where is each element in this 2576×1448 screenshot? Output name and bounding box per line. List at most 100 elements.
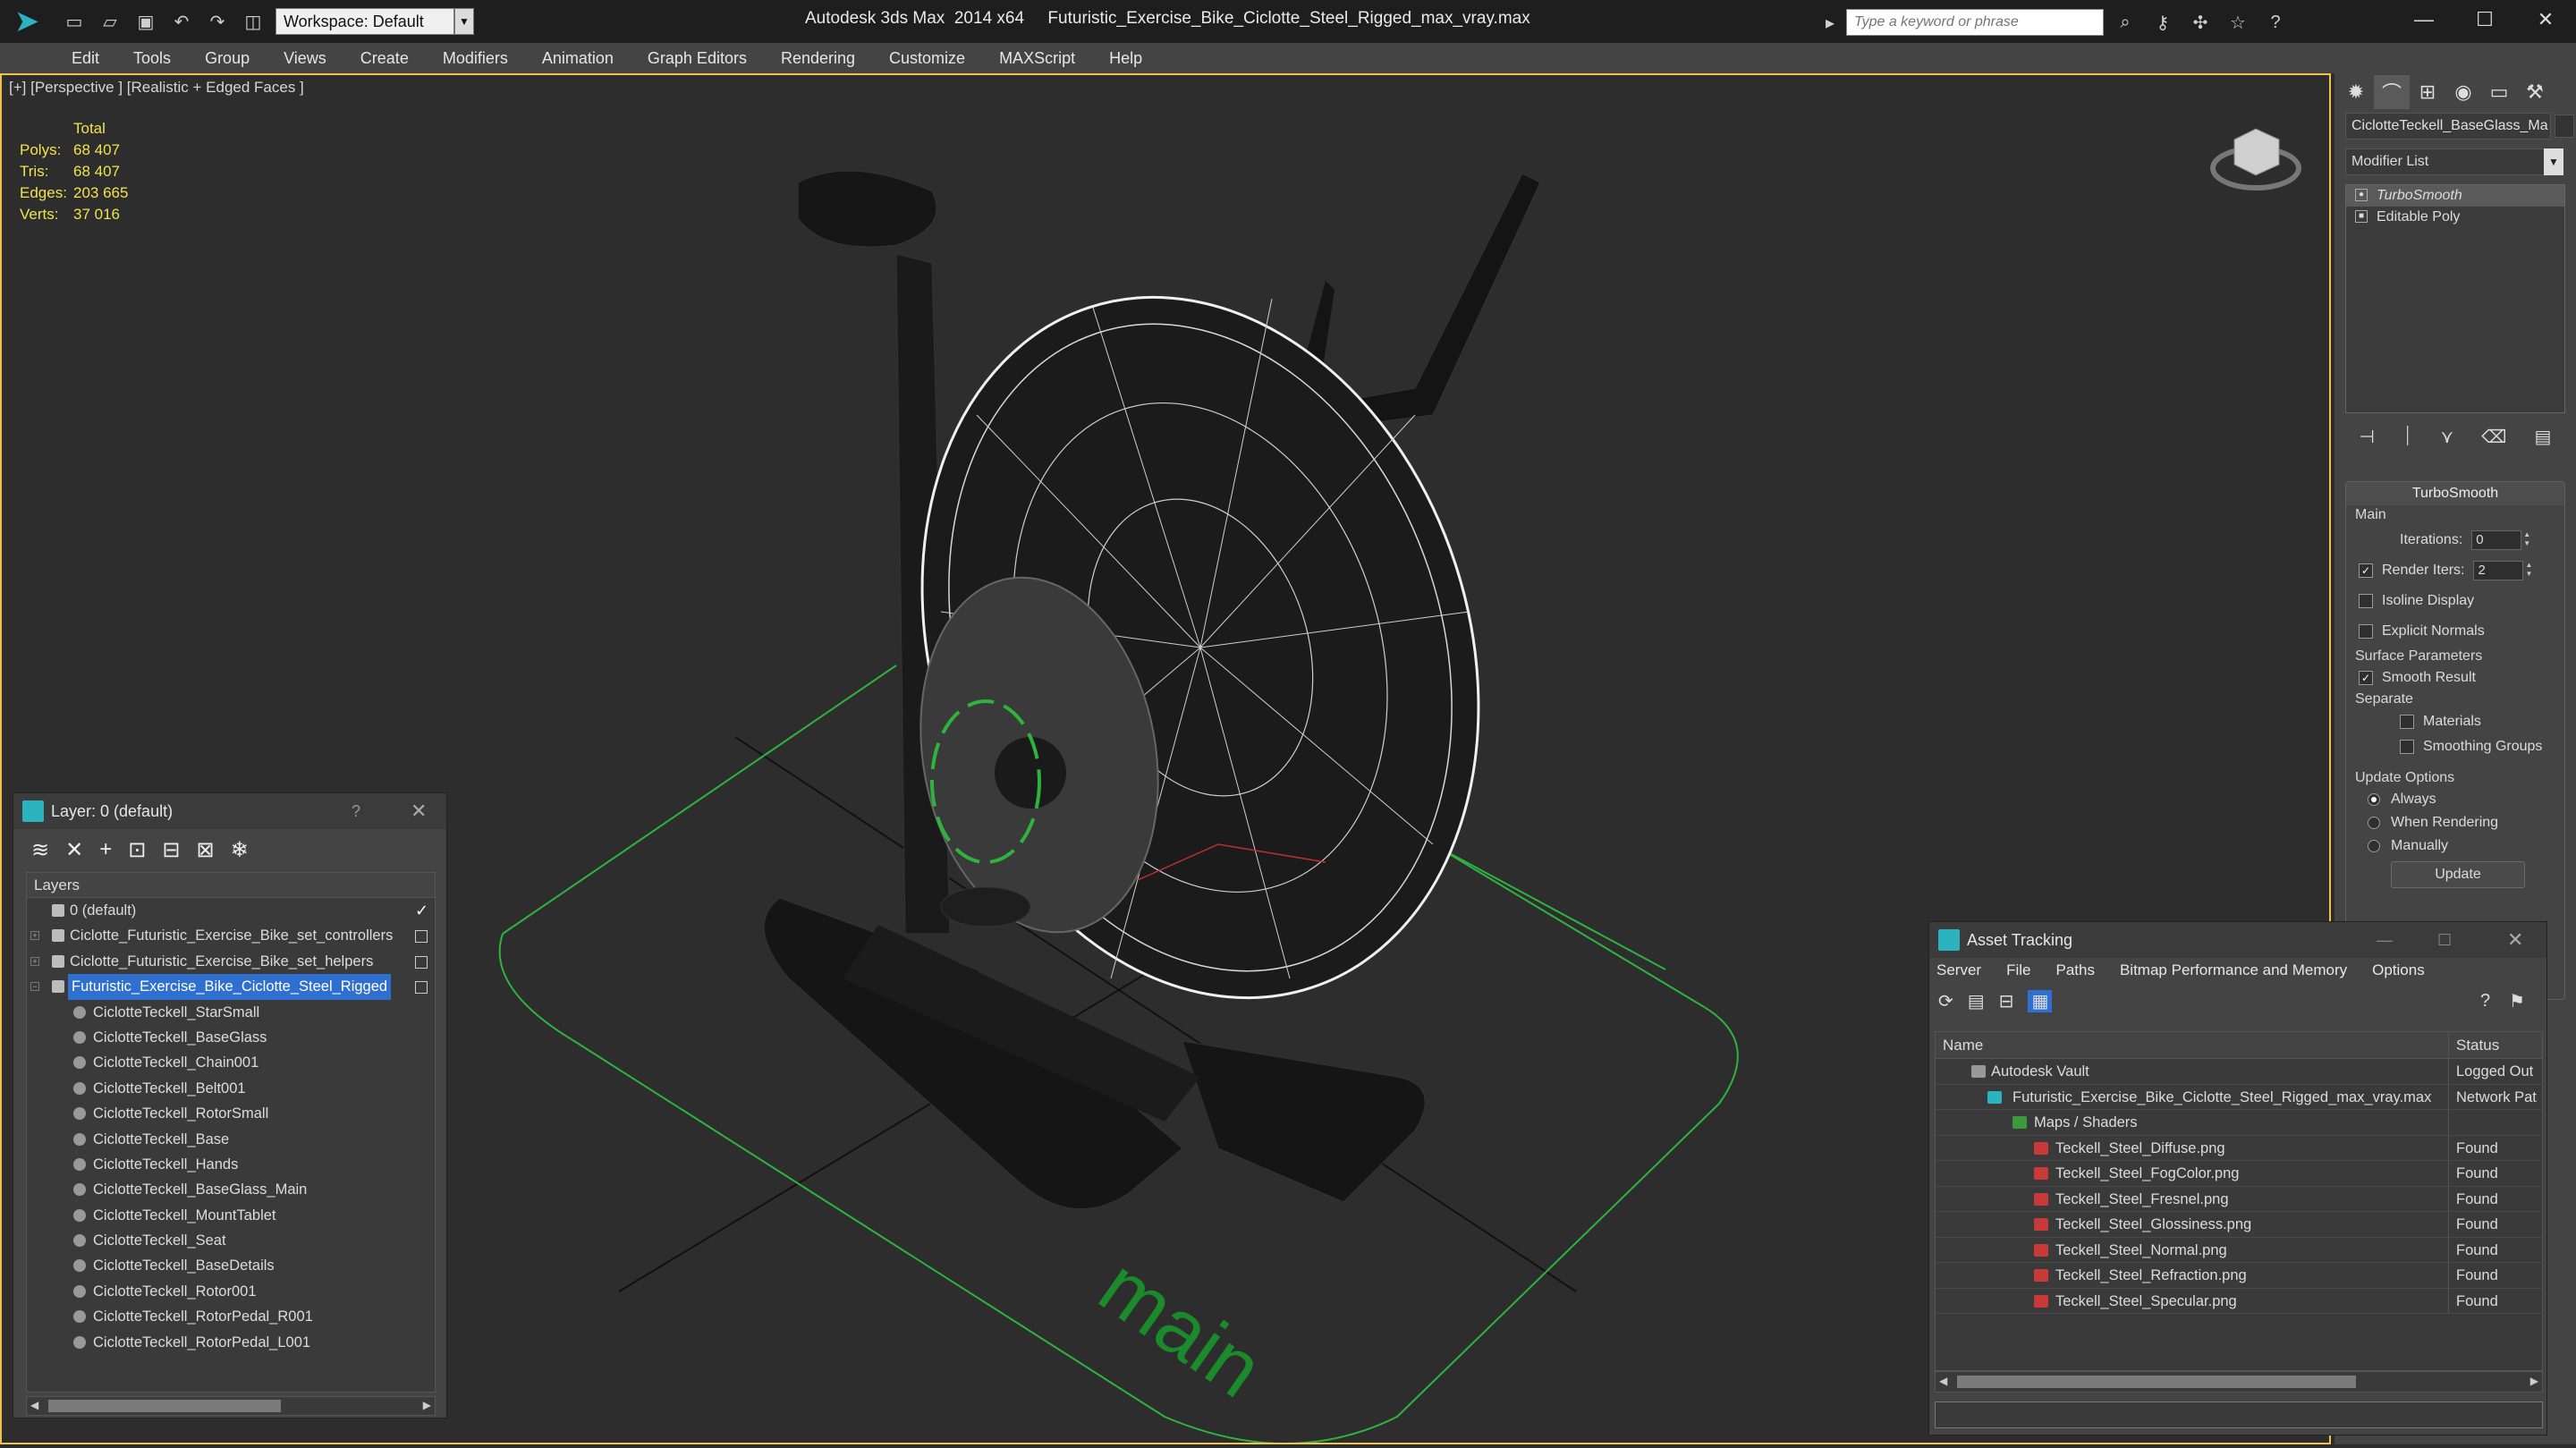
configure-sets-icon[interactable]: ▤ (2535, 426, 2552, 448)
render-iters-checkbox[interactable]: ✓ (2359, 563, 2373, 578)
scrollbar-thumb[interactable] (1957, 1376, 2356, 1388)
open-file-icon[interactable]: ▱ (95, 6, 125, 37)
layer-row-selected[interactable]: − Futuristic_Exercise_Bike_Ciclotte_Stee… (27, 974, 435, 1000)
layer-row[interactable]: + Ciclotte_Futuristic_Exercise_Bike_set_… (27, 923, 435, 948)
menu-group[interactable]: Group (205, 49, 250, 68)
menu-edit[interactable]: Edit (72, 49, 99, 68)
remove-modifier-icon[interactable]: ⌫ (2481, 426, 2506, 448)
scroll-right-icon[interactable]: ▶ (423, 1399, 431, 1411)
asset-menu-file[interactable]: File (2006, 961, 2030, 979)
show-end-result-icon[interactable]: ⏐ (2402, 427, 2412, 447)
workspace-chevron-icon[interactable]: ▼ (454, 8, 474, 35)
rollout-title[interactable]: TurboSmooth (2346, 482, 2564, 505)
redo-icon[interactable]: ↷ (202, 6, 233, 37)
update-button[interactable]: Update (2391, 861, 2525, 888)
asset-path-field[interactable] (1935, 1401, 2543, 1428)
delete-layer-icon[interactable]: ✕ (65, 837, 83, 863)
stack-item-editable-poly[interactable]: ■ Editable Poly (2346, 207, 2564, 228)
layers-column-header[interactable]: Layers (27, 873, 435, 898)
object-row[interactable]: CiclotteTeckell_Rotor001 (27, 1279, 435, 1304)
horizontal-scrollbar[interactable]: ◀ ▶ (1935, 1371, 2543, 1393)
update-rendering-radio[interactable] (2368, 817, 2380, 829)
expand-icon[interactable]: ■ (2355, 210, 2368, 223)
context-help-icon[interactable]: ⚑ (2509, 990, 2525, 1012)
minimize-icon[interactable]: — (2377, 931, 2393, 950)
layer-row[interactable]: + Ciclotte_Futuristic_Exercise_Bike_set_… (27, 949, 435, 974)
object-name-field[interactable]: CiclotteTeckell_BaseGlass_Ma (2345, 113, 2551, 140)
asset-menu-paths[interactable]: Paths (2055, 961, 2094, 979)
asset-row[interactable]: Teckell_Steel_Specular.png Found (1936, 1288, 2542, 1314)
hierarchy-tab-icon[interactable]: ⊞ (2410, 75, 2445, 109)
expand-icon[interactable]: + (30, 956, 39, 966)
create-tab-icon[interactable]: ✹ (2338, 75, 2374, 109)
scrollbar-thumb[interactable] (48, 1400, 281, 1412)
asset-row[interactable]: Teckell_Steel_Glossiness.png Found (1936, 1212, 2542, 1238)
close-icon[interactable]: ✕ (2507, 928, 2523, 952)
new-file-icon[interactable]: ▭ (59, 6, 89, 37)
display-tab-icon[interactable]: ▭ (2481, 75, 2517, 109)
make-unique-icon[interactable]: ⋎ (2440, 426, 2453, 448)
menu-maxscript[interactable]: MAXScript (999, 49, 1075, 68)
key-icon[interactable]: ⚷ (2147, 9, 2179, 36)
modifier-list-chevron-icon[interactable]: ▼ (2544, 148, 2563, 175)
iterations-spinner[interactable]: 0 (2471, 530, 2522, 550)
undo-icon[interactable]: ↶ (166, 6, 197, 37)
name-column-header[interactable]: Name (1936, 1032, 2449, 1058)
close-icon[interactable]: ✕ (2515, 0, 2576, 39)
update-always-radio[interactable] (2368, 793, 2380, 806)
explicit-normals-checkbox[interactable] (2359, 624, 2373, 639)
search-expand-icon[interactable]: ▸ (1814, 9, 1846, 36)
menu-views[interactable]: Views (284, 49, 326, 68)
asset-row[interactable]: Futuristic_Exercise_Bike_Ciclotte_Steel_… (1936, 1084, 2542, 1110)
freeze-all-icon[interactable]: ❄ (231, 837, 249, 863)
scroll-left-icon[interactable]: ◀ (30, 1399, 38, 1411)
pin-stack-icon[interactable]: ⊣ (2360, 426, 2375, 448)
app-logo-icon[interactable]: ➤ (0, 0, 54, 43)
status-column-header[interactable]: Status (2449, 1032, 2499, 1058)
viewcube-icon[interactable] (2233, 128, 2280, 176)
expand-icon[interactable]: + (30, 931, 39, 941)
update-manually-radio[interactable] (2368, 840, 2380, 852)
modify-tab-icon[interactable]: ⌒ (2374, 75, 2410, 109)
menu-help[interactable]: Help (1109, 49, 1142, 68)
menu-customize[interactable]: Customize (889, 49, 965, 68)
utilities-tab-icon[interactable]: ⚒ (2517, 75, 2553, 109)
create-layer-icon[interactable]: ≋ (31, 837, 49, 863)
asset-row[interactable]: Teckell_Steel_Diffuse.png Found (1936, 1135, 2542, 1161)
menu-animation[interactable]: Animation (542, 49, 614, 68)
highlight-layer-icon[interactable]: ⊟ (162, 837, 180, 863)
spinner-arrows-icon[interactable]: ▲ ▼ (2523, 530, 2534, 550)
select-in-layer-icon[interactable]: ⊡ (128, 837, 146, 863)
asset-menu-bitmap[interactable]: Bitmap Performance and Memory (2120, 961, 2347, 979)
maximize-icon[interactable]: ☐ (2437, 931, 2452, 950)
object-row[interactable]: CiclotteTeckell_BaseDetails (27, 1253, 435, 1278)
minimize-icon[interactable]: — (2394, 0, 2454, 39)
object-row[interactable]: CiclotteTeckell_Belt001 (27, 1076, 435, 1101)
object-row[interactable]: CiclotteTeckell_Base (27, 1127, 435, 1152)
modifier-list-dropdown[interactable]: Modifier List (2345, 148, 2563, 175)
layer-row[interactable]: 0 (default) ✓ (27, 898, 435, 923)
tree-view-icon[interactable]: ⊟ (1999, 990, 2014, 1012)
asset-row[interactable]: Teckell_Steel_Normal.png Found (1936, 1237, 2542, 1263)
help-icon[interactable]: ? (2259, 9, 2292, 36)
horizontal-scrollbar[interactable]: ◀ ▶ (26, 1396, 436, 1416)
maximize-icon[interactable]: ☐ (2454, 0, 2515, 39)
asset-menu-server[interactable]: Server (1936, 961, 1981, 979)
table-view-icon[interactable]: ▦ (2028, 989, 2053, 1012)
close-icon[interactable]: ✕ (411, 800, 427, 823)
isoline-checkbox[interactable] (2359, 594, 2373, 608)
object-row[interactable]: CiclotteTeckell_RotorPedal_L001 (27, 1330, 435, 1355)
menu-tools[interactable]: Tools (133, 49, 171, 68)
object-row[interactable]: CiclotteTeckell_Chain001 (27, 1050, 435, 1075)
project-folder-icon[interactable]: ◫ (238, 6, 268, 37)
light-bulb-icon[interactable]: ● (2355, 189, 2368, 201)
spinner-arrows-icon[interactable]: ▲ ▼ (2525, 561, 2536, 580)
refresh-icon[interactable]: ⟳ (1938, 990, 1953, 1012)
materials-checkbox[interactable] (2400, 715, 2414, 729)
asset-menu-options[interactable]: Options (2372, 961, 2425, 979)
workspace-dropdown[interactable]: Workspace: Default (275, 8, 454, 35)
object-row[interactable]: CiclotteTeckell_Hands (27, 1152, 435, 1177)
menu-graph-editors[interactable]: Graph Editors (648, 49, 747, 68)
object-color-swatch[interactable] (2555, 114, 2574, 138)
object-row[interactable]: CiclotteTeckell_BaseGlass_Main (27, 1177, 435, 1202)
